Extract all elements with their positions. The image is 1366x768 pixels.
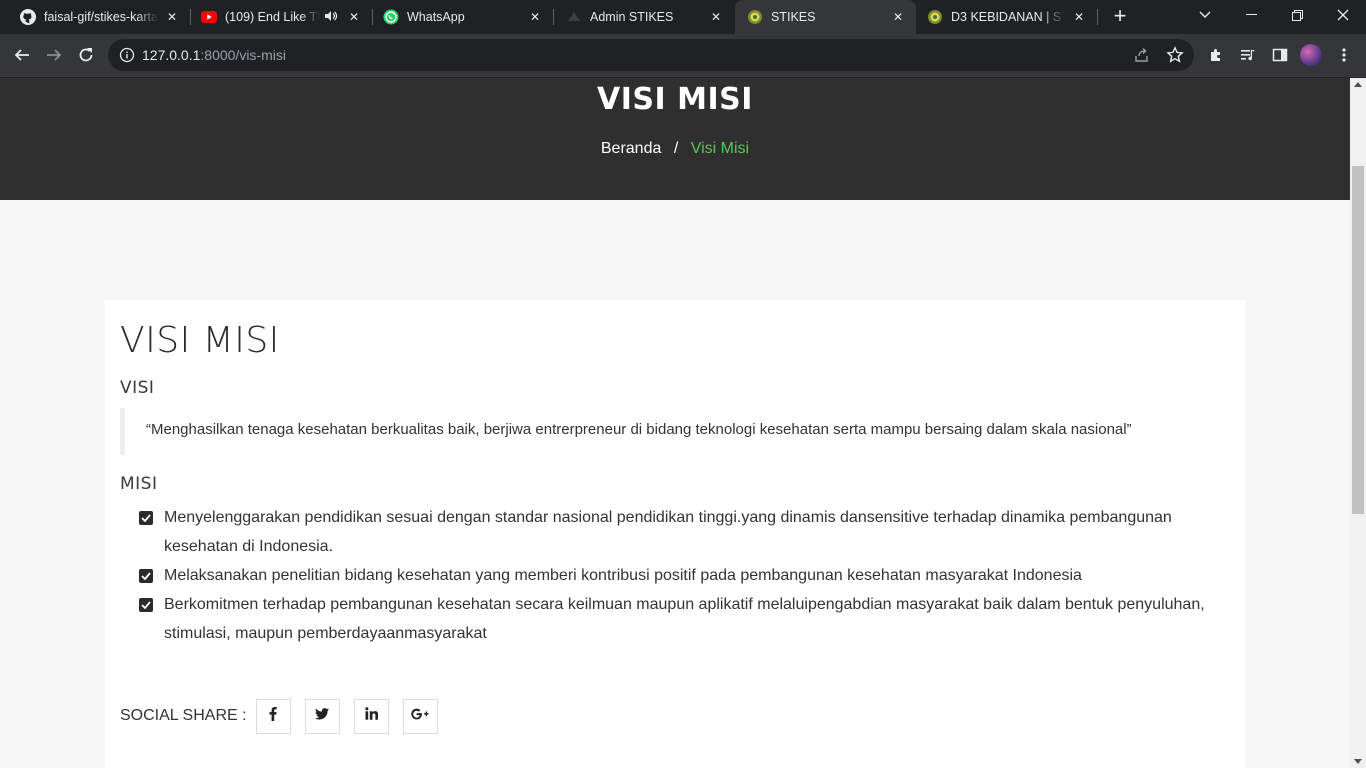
page-title: VISI MISI xyxy=(120,320,280,361)
tab-strip: faisal-gif/stikes-kartas ✕ (109) End Lik… xyxy=(0,0,1366,34)
bookmark-star-icon[interactable] xyxy=(1166,46,1184,64)
forward-button[interactable] xyxy=(40,41,68,69)
visi-heading: VISI xyxy=(120,378,155,398)
page-hero-banner: VISI MISI Beranda / Visi Misi xyxy=(0,78,1350,200)
youtube-icon xyxy=(201,9,217,25)
admin-icon xyxy=(566,9,582,25)
google-plus-icon xyxy=(411,707,429,725)
misi-list: Menyelenggarakan pendidikan sesuai denga… xyxy=(139,503,1219,648)
tab-separator xyxy=(1097,9,1098,25)
facebook-icon xyxy=(269,706,277,726)
misi-heading: MISI xyxy=(120,474,158,494)
url-host: 127.0.0.1 xyxy=(142,47,201,63)
breadcrumb-current: Visi Misi xyxy=(690,140,750,157)
menu-kebab-icon[interactable] xyxy=(1330,41,1358,69)
tab-title: WhatsApp xyxy=(407,10,465,24)
checkbox-checked-icon xyxy=(139,511,153,525)
scrollbar-thumb[interactable] xyxy=(1352,166,1364,514)
tab-github[interactable]: faisal-gif/stikes-kartas ✕ xyxy=(0,0,190,34)
extensions-icon[interactable] xyxy=(1202,41,1230,69)
scroll-up-arrow-icon[interactable] xyxy=(1354,82,1362,87)
tab-d3-kebidanan[interactable]: D3 KEBIDANAN | STIKES ✕ xyxy=(917,0,1097,34)
linkedin-icon xyxy=(364,707,378,725)
page-viewport: VISI MISI Beranda / Visi Misi VISI MISI … xyxy=(0,78,1350,768)
twitter-share-button[interactable] xyxy=(304,698,340,734)
tab-search-button[interactable] xyxy=(1182,0,1228,30)
stikes-logo-icon xyxy=(927,9,943,25)
tab-youtube[interactable]: (109) End Like This ✕ xyxy=(191,0,372,34)
tab-title: D3 KEBIDANAN | STIKES xyxy=(951,10,1065,24)
misi-item-text: Berkomitmen terhadap pembangunan kesehat… xyxy=(164,596,1205,642)
new-tab-button[interactable]: + xyxy=(1108,5,1132,29)
tab-title: faisal-gif/stikes-kartas xyxy=(44,10,158,24)
whatsapp-icon xyxy=(383,9,399,25)
tab-title: Admin STIKES xyxy=(590,10,674,24)
tab-title: (109) End Like This xyxy=(225,10,320,24)
page-scrollbar[interactable] xyxy=(1350,78,1366,768)
google-plus-share-button[interactable] xyxy=(402,698,438,734)
tab-title: STIKES xyxy=(771,10,816,24)
facebook-share-button[interactable] xyxy=(255,698,291,734)
close-tab-icon[interactable]: ✕ xyxy=(527,9,543,25)
github-icon xyxy=(20,9,36,25)
tab-whatsapp[interactable]: WhatsApp ✕ xyxy=(373,0,553,34)
social-share: SOCIAL SHARE : xyxy=(120,698,452,734)
checkbox-checked-icon xyxy=(139,569,153,583)
breadcrumb-separator: / xyxy=(673,140,679,157)
close-tab-icon[interactable]: ✕ xyxy=(890,9,906,25)
breadcrumb-home-link[interactable]: Beranda xyxy=(601,140,662,157)
misi-item-text: Melaksanakan penelitian bidang kesehatan… xyxy=(164,567,1082,584)
back-button[interactable] xyxy=(8,41,36,69)
misi-item-text: Menyelenggarakan pendidikan sesuai denga… xyxy=(164,509,1172,555)
tab-stikes-active[interactable]: STIKES ✕ xyxy=(735,0,916,34)
reload-button[interactable] xyxy=(72,41,100,69)
side-panel-icon[interactable] xyxy=(1266,41,1294,69)
restore-button[interactable] xyxy=(1274,0,1320,30)
checkbox-checked-icon xyxy=(139,598,153,612)
media-queue-icon[interactable] xyxy=(1234,41,1262,69)
info-icon[interactable] xyxy=(119,47,135,63)
list-item: Melaksanakan penelitian bidang kesehatan… xyxy=(139,561,1219,590)
tab-admin-stikes[interactable]: Admin STIKES ✕ xyxy=(554,0,734,34)
scroll-down-arrow-icon[interactable] xyxy=(1354,759,1362,764)
url-path: :8000/vis-misi xyxy=(200,47,286,63)
minimize-button[interactable] xyxy=(1228,0,1274,30)
visi-quote: “Menghasilkan tenaga kesehatan berkualit… xyxy=(120,408,1230,455)
linkedin-share-button[interactable] xyxy=(353,698,389,734)
profile-avatar[interactable] xyxy=(1300,44,1322,66)
url-text[interactable]: 127.0.0.1:8000/vis-misi xyxy=(142,39,286,71)
breadcrumb: Beranda / Visi Misi xyxy=(0,140,1350,158)
social-share-label: SOCIAL SHARE : xyxy=(120,707,247,724)
list-item: Menyelenggarakan pendidikan sesuai denga… xyxy=(139,503,1219,561)
close-tab-icon[interactable]: ✕ xyxy=(708,9,724,25)
share-icon[interactable] xyxy=(1134,47,1150,63)
browser-toolbar: 127.0.0.1:8000/vis-misi xyxy=(0,34,1366,77)
address-bar[interactable]: 127.0.0.1:8000/vis-misi xyxy=(108,39,1194,71)
stikes-logo-icon xyxy=(747,9,763,25)
close-tab-icon[interactable]: ✕ xyxy=(346,9,362,25)
list-item: Berkomitmen terhadap pembangunan kesehat… xyxy=(139,590,1219,648)
speaker-icon[interactable] xyxy=(324,9,340,25)
close-tab-icon[interactable]: ✕ xyxy=(1071,9,1087,25)
twitter-icon xyxy=(315,707,330,725)
close-window-button[interactable] xyxy=(1320,0,1366,30)
hero-title: VISI MISI xyxy=(597,82,753,117)
close-tab-icon[interactable]: ✕ xyxy=(164,9,180,25)
content-card: VISI MISI VISI “Menghasilkan tenaga kese… xyxy=(105,300,1245,768)
